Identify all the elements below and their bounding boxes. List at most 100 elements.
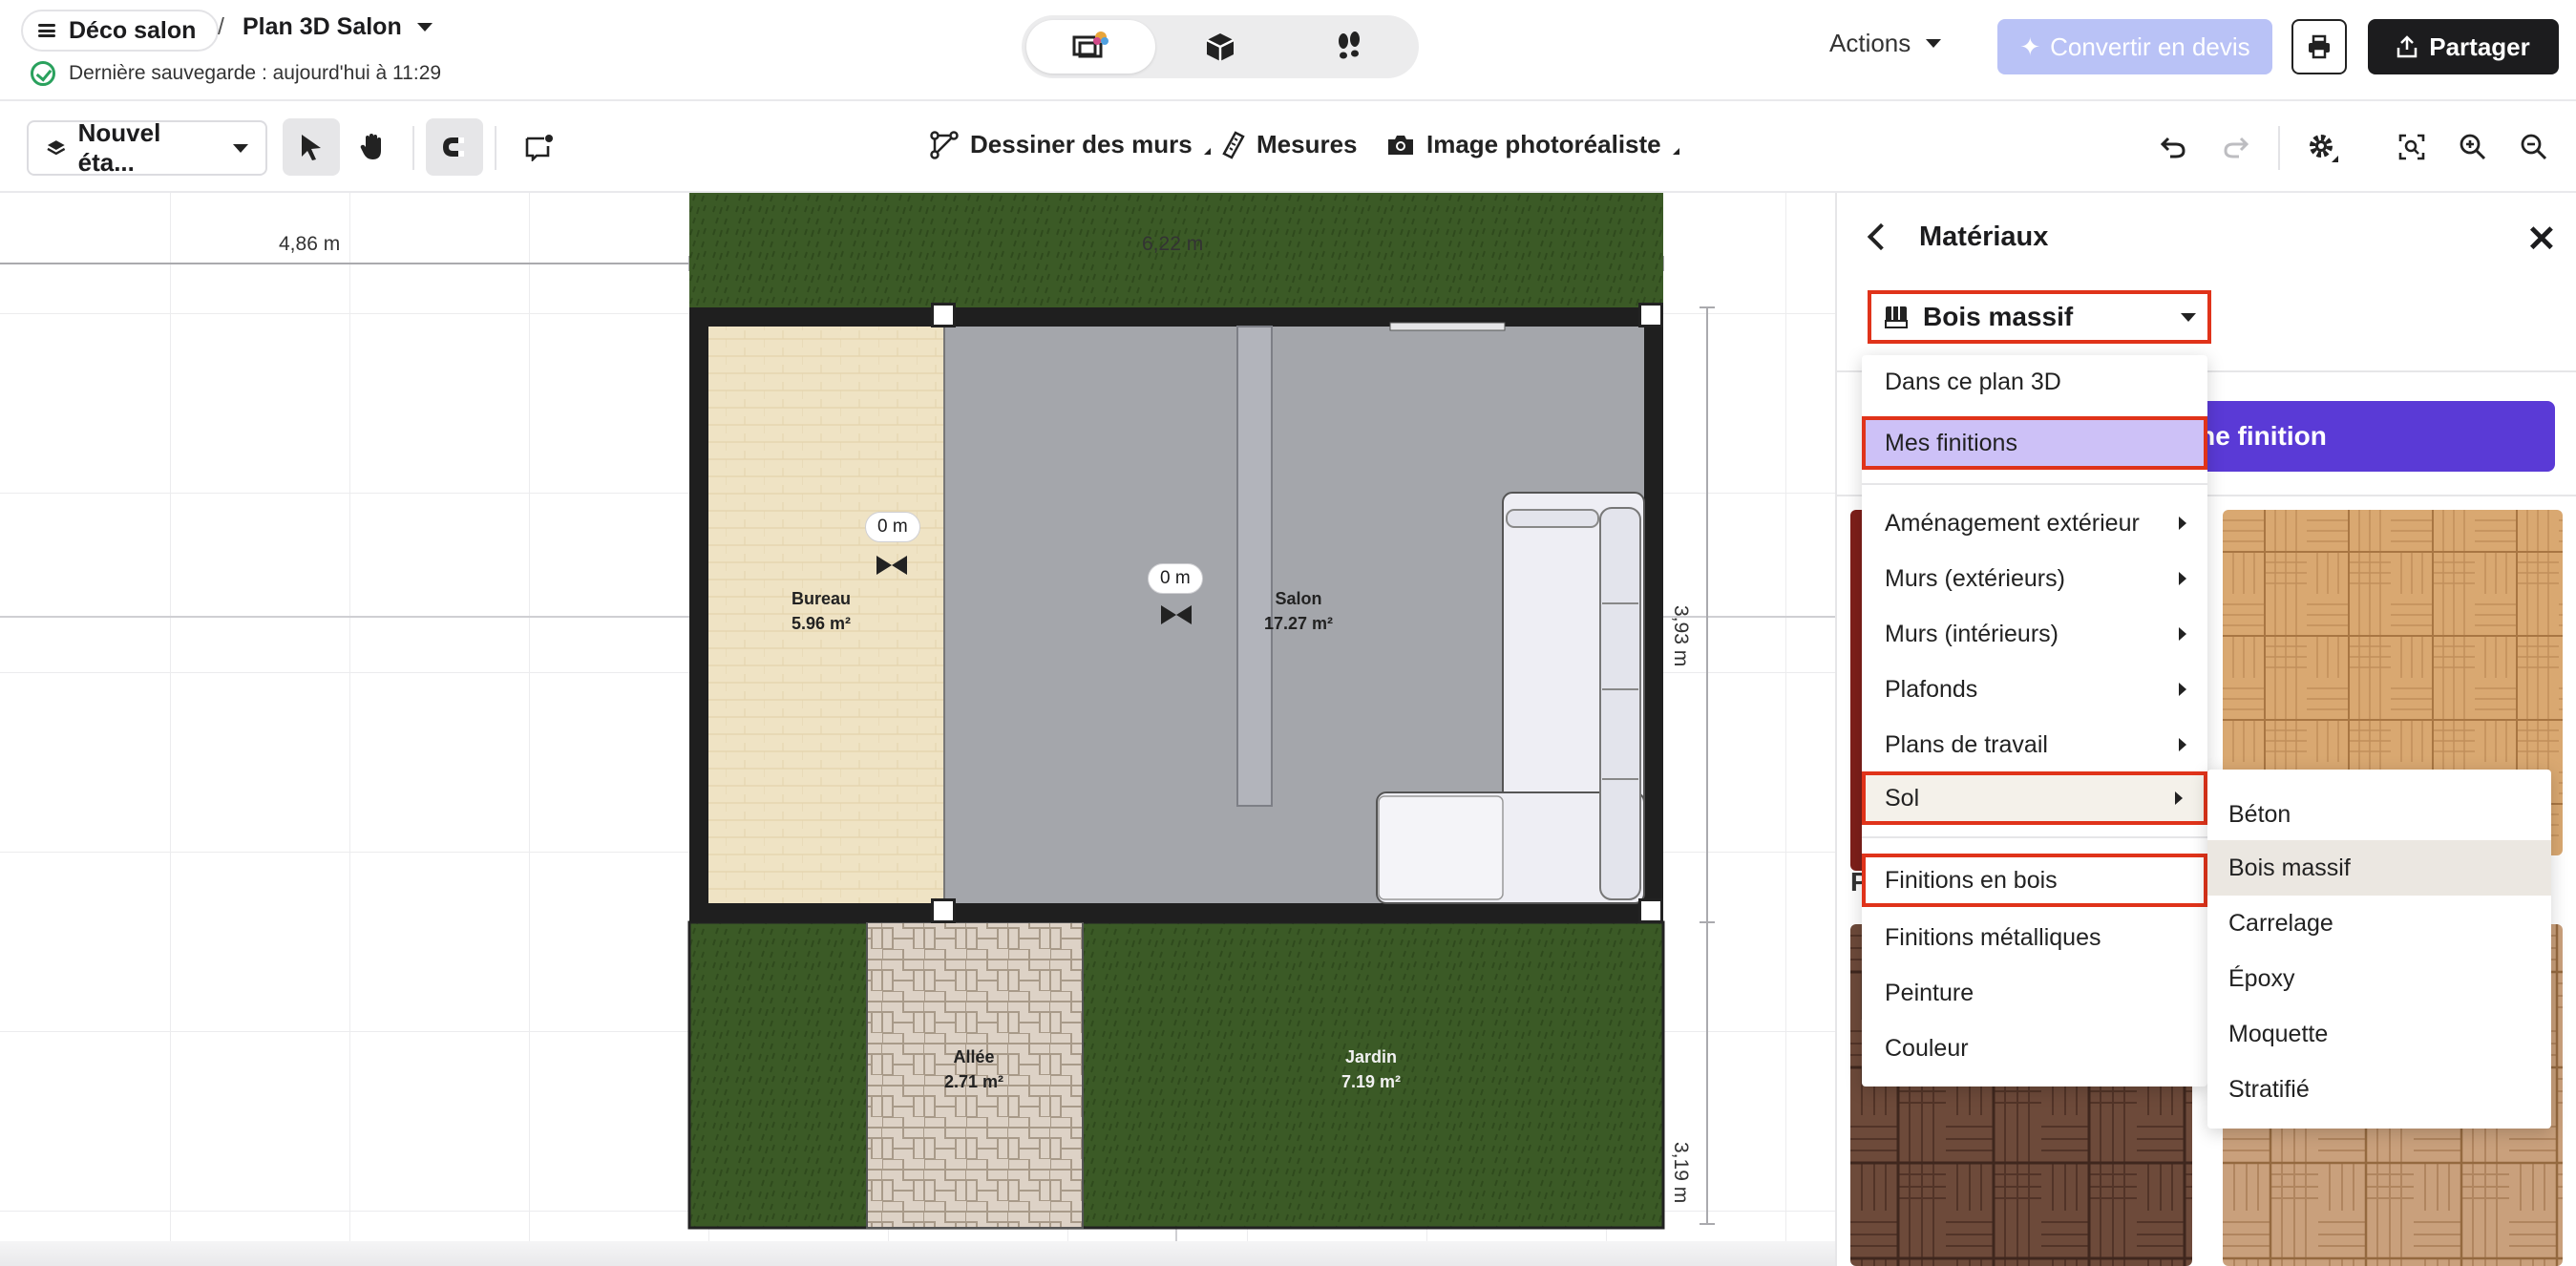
print-button[interactable] xyxy=(2291,19,2347,74)
room-area: 2.71 m² xyxy=(943,1072,1004,1091)
close-icon[interactable]: ✕ xyxy=(2526,218,2557,261)
selected-material-label: Bois massif xyxy=(1923,302,2074,331)
selection-handle[interactable] xyxy=(931,303,956,327)
selection-handle[interactable] xyxy=(931,898,956,923)
actions-label: Actions xyxy=(1829,29,1911,57)
menu-item-worktops[interactable]: Plans de travail xyxy=(1862,718,2207,771)
selection-handle[interactable] xyxy=(1638,898,1663,923)
chevron-down-icon xyxy=(233,143,248,153)
photoreal-image-button[interactable]: Image photoréaliste xyxy=(1386,130,1679,159)
submenu-item-carpet[interactable]: Moquette xyxy=(2207,1006,2551,1062)
height-pill[interactable]: 0 m xyxy=(865,512,920,542)
plan-name: Plan 3D Salon xyxy=(243,13,402,40)
chevron-down-icon xyxy=(1926,39,1942,48)
menu-item-exterior[interactable]: Aménagement extérieur xyxy=(1862,496,2207,550)
plan-selector[interactable]: Plan 3D Salon xyxy=(243,13,433,41)
save-status: Dernière sauvegarde : aujourd'hui à 11:2… xyxy=(31,61,441,86)
zoom-in-icon xyxy=(2460,134,2486,160)
measures-button[interactable]: Mesures xyxy=(1222,130,1358,159)
menu-item-in-plan[interactable]: Dans ce plan 3D xyxy=(1862,355,2207,409)
save-status-text: Dernière sauvegarde : aujourd'hui à 11:2… xyxy=(69,62,442,84)
view-2d-button[interactable] xyxy=(1026,20,1156,74)
canvas-bottom-scrollbar[interactable] xyxy=(0,1241,1835,1266)
room-area: 5.96 m² xyxy=(791,614,852,633)
menu-item-label: Plafonds xyxy=(1885,675,1978,703)
zoom-fit-icon xyxy=(2398,134,2425,160)
menu-item-interior-walls[interactable]: Murs (intérieurs) xyxy=(1862,607,2207,661)
floor-selector[interactable]: Nouvel éta... xyxy=(27,118,267,177)
menu-item-wood-finishes[interactable]: Finitions en bois xyxy=(1862,854,2207,907)
floor-plan-canvas[interactable]: 4,86 m 6,22 m 3,93 m 3,19 m 0 m 0 m Bure… xyxy=(0,193,1835,1266)
menu-item-exterior-walls[interactable]: Murs (extérieurs) xyxy=(1862,552,2207,605)
dimension-label: 3,19 m xyxy=(1670,1142,1692,1204)
submenu-corner-icon xyxy=(1672,148,1679,155)
undo-button[interactable] xyxy=(2144,118,2202,176)
room-name: Allée xyxy=(953,1047,995,1066)
zoom-out-button[interactable] xyxy=(2505,118,2563,176)
menu-item-color[interactable]: Couleur xyxy=(1862,1022,2207,1075)
convert-to-quote-button[interactable]: ✦ Convertir en devis xyxy=(1997,19,2272,74)
label-tool[interactable] xyxy=(510,118,567,176)
back-arrow-icon[interactable] xyxy=(1867,222,1895,251)
view-3d-button[interactable] xyxy=(1155,20,1284,74)
height-pill[interactable]: 0 m xyxy=(1148,563,1203,594)
menu-item-metal-finishes[interactable]: Finitions métalliques xyxy=(1862,911,2207,964)
floor-submenu: Béton Bois massif Carrelage Époxy Moquet… xyxy=(2207,770,2551,1129)
chevron-right-icon xyxy=(2179,627,2186,641)
room-label-bureau[interactable]: Bureau 5.96 m² xyxy=(764,586,878,636)
menu-item-ceilings[interactable]: Plafonds xyxy=(1862,663,2207,716)
breadcrumb-separator: / xyxy=(218,13,224,40)
project-menu-button[interactable]: Déco salon xyxy=(21,10,220,52)
ruler-icon xyxy=(1222,130,1245,159)
magnet-snap-toggle[interactable] xyxy=(426,118,483,176)
share-label: Partager xyxy=(2429,32,2530,61)
measures-label: Mesures xyxy=(1256,130,1358,158)
panel-title: Matériaux xyxy=(1919,222,2049,252)
menu-item-label: Aménagement extérieur xyxy=(1885,509,2140,537)
room-label-allee[interactable]: Allée 2.71 m² xyxy=(917,1044,1031,1094)
settings-button[interactable] xyxy=(2295,118,2353,176)
editor-toolbar: Nouvel éta... Dessiner des murs Mesures … xyxy=(0,103,2576,193)
zoom-out-icon xyxy=(2521,134,2547,160)
room-label-jardin[interactable]: Jardin 7.19 m² xyxy=(1314,1044,1428,1094)
menu-item-my-finishes[interactable]: Mes finitions xyxy=(1862,416,2207,470)
menu-item-label: Murs (intérieurs) xyxy=(1885,620,2059,647)
submenu-corner-icon xyxy=(1203,148,1211,155)
menu-item-paint[interactable]: Peinture xyxy=(1862,966,2207,1020)
add-finish-button[interactable]: une finition xyxy=(2156,401,2555,472)
zoom-fit-button[interactable] xyxy=(2383,118,2440,176)
menu-item-label: Sol xyxy=(1885,784,1920,812)
actions-menu[interactable]: Actions xyxy=(1829,29,1942,58)
pan-tool[interactable] xyxy=(344,118,401,176)
floor-plan-drawing xyxy=(0,193,1835,1266)
floor-label: Nouvel éta... xyxy=(77,118,161,177)
room-label-salon[interactable]: Salon 17.27 m² xyxy=(1241,586,1356,636)
plan-2d-icon xyxy=(1072,32,1109,58)
submenu-item-solid-wood[interactable]: Bois massif xyxy=(2207,840,2551,896)
camera-icon xyxy=(1388,135,1413,155)
footsteps-icon xyxy=(1339,32,1361,59)
chevron-right-icon xyxy=(2179,517,2186,530)
submenu-item-epoxy[interactable]: Époxy xyxy=(2207,951,2551,1006)
submenu-item-tiles[interactable]: Carrelage xyxy=(2207,896,2551,951)
draw-walls-label: Dessiner des murs xyxy=(970,130,1193,158)
convert-label: Convertir en devis xyxy=(2050,32,2250,61)
material-category-select[interactable]: Bois massif xyxy=(1868,290,2211,344)
submenu-item-concrete[interactable]: Béton xyxy=(2207,787,2551,842)
view-walk-button[interactable] xyxy=(1285,20,1414,74)
submenu-item-laminate[interactable]: Stratifié xyxy=(2207,1062,2551,1117)
toolbar-divider xyxy=(412,126,414,170)
hand-icon xyxy=(360,134,381,159)
redo-button[interactable] xyxy=(2207,118,2265,176)
select-tool[interactable] xyxy=(283,118,340,176)
dimension-label: 3,93 m xyxy=(1670,605,1692,667)
check-circle-icon xyxy=(31,61,55,86)
zoom-in-button[interactable] xyxy=(2444,118,2502,176)
draw-walls-button[interactable]: Dessiner des murs xyxy=(930,130,1211,159)
chevron-right-icon xyxy=(2175,791,2183,805)
share-button[interactable]: Partager xyxy=(2368,19,2559,74)
menu-item-floor[interactable]: Sol xyxy=(1862,771,2207,825)
selection-handle[interactable] xyxy=(1638,303,1663,327)
upload-icon xyxy=(2397,35,2418,58)
room-name: Jardin xyxy=(1344,1047,1398,1066)
